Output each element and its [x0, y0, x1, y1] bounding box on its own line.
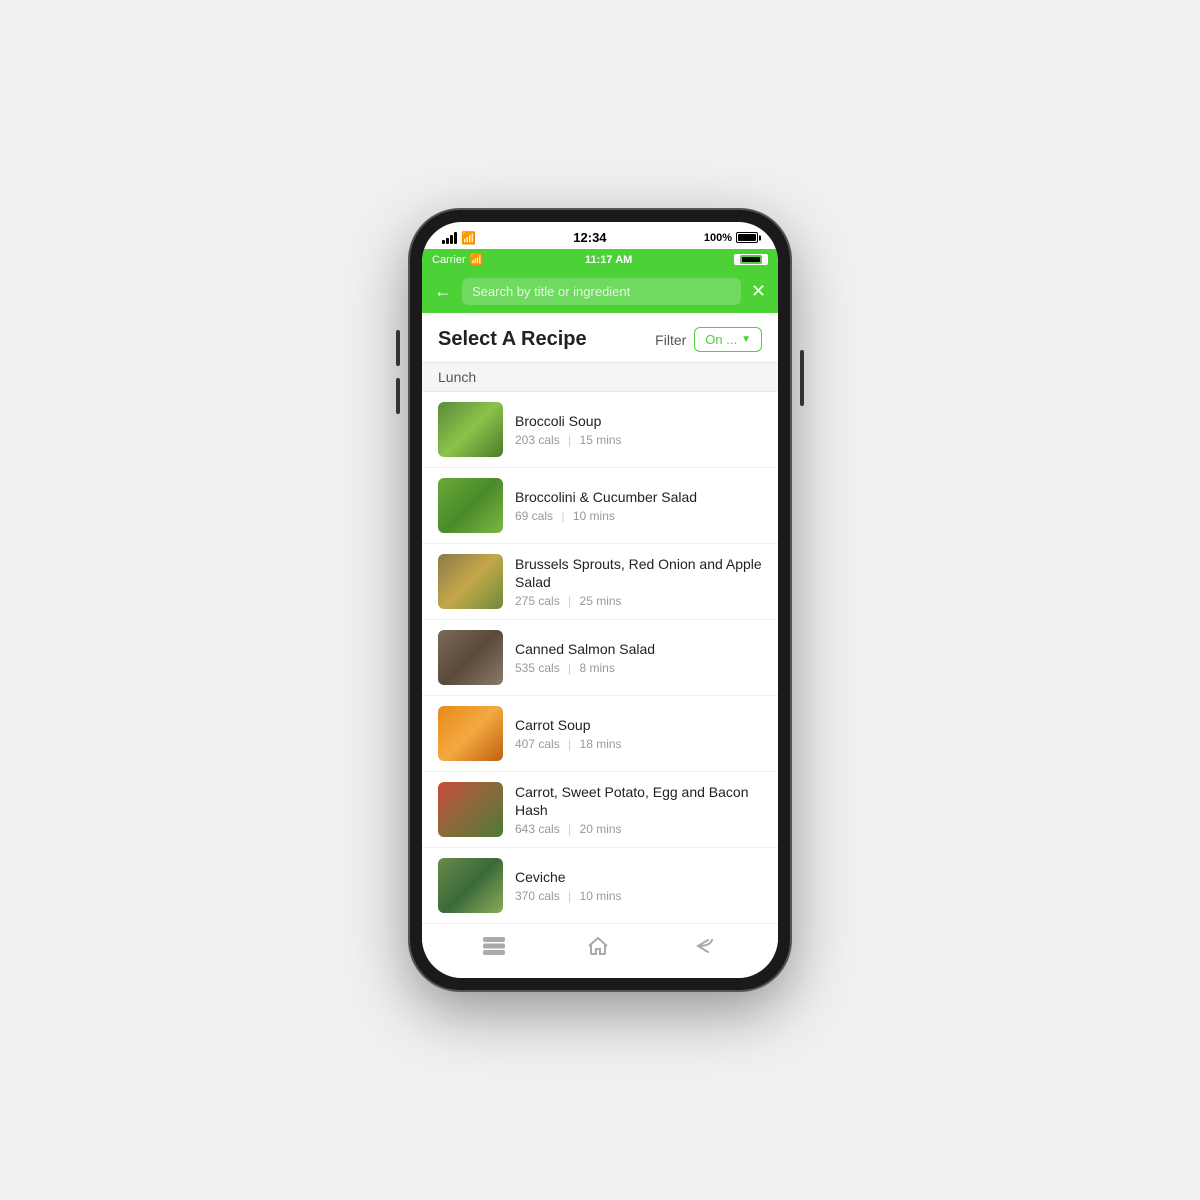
- menu-nav-button[interactable]: [482, 936, 506, 962]
- recipe-time: 8 mins: [580, 661, 615, 675]
- recipe-item[interactable]: Ceviche 370 cals | 10 mins: [422, 848, 778, 923]
- carrier-name: Carrier: [432, 254, 466, 266]
- recipe-list-container: Select A Recipe Filter On ... ▼ Lunch Br…: [422, 313, 778, 923]
- recipe-info: Carrot, Sweet Potato, Egg and Bacon Hash…: [515, 783, 762, 836]
- recipe-thumbnail: [438, 706, 503, 761]
- lunch-section-header: Lunch: [422, 362, 778, 392]
- search-input[interactable]: Search by title or ingredient: [462, 278, 741, 305]
- title-bar: Select A Recipe Filter On ... ▼: [422, 313, 778, 362]
- recipe-name: Brussels Sprouts, Red Onion and Apple Sa…: [515, 555, 762, 591]
- recipe-meta: 275 cals | 25 mins: [515, 594, 762, 608]
- search-bar: ← Search by title or ingredient ✕: [422, 270, 778, 313]
- recipe-info: Carrot Soup 407 cals | 18 mins: [515, 716, 762, 751]
- system-status-bar: 📶 12:34 100%: [422, 222, 778, 249]
- recipe-time: 10 mins: [580, 889, 622, 903]
- phone-frame: 📶 12:34 100% Carrier 📶 11:17 AM: [410, 210, 790, 990]
- battery-area: 100%: [704, 232, 758, 244]
- recipe-calories: 275 cals: [515, 594, 560, 608]
- recipe-calories: 407 cals: [515, 737, 560, 751]
- carrier-battery: [734, 254, 768, 265]
- meta-separator: |: [561, 509, 564, 523]
- carrier-wifi-icon: 📶: [470, 253, 484, 266]
- filter-value: On ...: [705, 332, 737, 347]
- recipe-info: Brussels Sprouts, Red Onion and Apple Sa…: [515, 555, 762, 608]
- recipe-calories: 643 cals: [515, 822, 560, 836]
- chevron-down-icon: ▼: [741, 334, 751, 345]
- recipe-calories: 370 cals: [515, 889, 560, 903]
- recipe-meta: 643 cals | 20 mins: [515, 822, 762, 836]
- system-time: 12:34: [573, 230, 606, 245]
- recipe-item[interactable]: Carrot, Sweet Potato, Egg and Bacon Hash…: [422, 772, 778, 848]
- meta-separator: |: [568, 889, 571, 903]
- volume-up-button[interactable]: [396, 330, 400, 366]
- back-button[interactable]: ←: [434, 281, 452, 302]
- recipe-item[interactable]: Carrot Soup 407 cals | 18 mins: [422, 696, 778, 772]
- carrier-time: 11:17 AM: [585, 254, 632, 266]
- meta-separator: |: [568, 822, 571, 836]
- recipe-thumbnail: [438, 858, 503, 913]
- recipe-info: Ceviche 370 cals | 10 mins: [515, 868, 762, 903]
- recipe-meta: 535 cals | 8 mins: [515, 661, 762, 675]
- recipe-thumbnail: [438, 402, 503, 457]
- signal-icon: [442, 232, 457, 244]
- filter-area: Filter On ... ▼: [655, 327, 762, 352]
- back-nav-button[interactable]: [690, 936, 718, 962]
- recipe-time: 20 mins: [580, 822, 622, 836]
- signal-area: 📶: [442, 231, 476, 245]
- recipe-info: Canned Salmon Salad 535 cals | 8 mins: [515, 640, 762, 675]
- recipe-time: 18 mins: [580, 737, 622, 751]
- wifi-icon: 📶: [461, 231, 476, 245]
- recipe-name: Canned Salmon Salad: [515, 640, 762, 658]
- meta-separator: |: [568, 737, 571, 751]
- recipe-name: Broccolini & Cucumber Salad: [515, 488, 762, 506]
- filter-label: Filter: [655, 332, 686, 348]
- recipe-thumbnail: [438, 478, 503, 533]
- recipe-name: Carrot Soup: [515, 716, 762, 734]
- recipe-meta: 203 cals | 15 mins: [515, 433, 762, 447]
- recipe-calories: 535 cals: [515, 661, 560, 675]
- phone-screen: 📶 12:34 100% Carrier 📶 11:17 AM: [422, 222, 778, 978]
- battery-icon: [736, 232, 758, 243]
- meta-separator: |: [568, 433, 571, 447]
- carrier-bar: Carrier 📶 11:17 AM: [422, 249, 778, 270]
- recipe-item[interactable]: Broccolini & Cucumber Salad 69 cals | 10…: [422, 468, 778, 544]
- recipe-meta: 69 cals | 10 mins: [515, 509, 762, 523]
- recipe-name: Ceviche: [515, 868, 762, 886]
- recipe-item[interactable]: Broccoli Soup 203 cals | 15 mins: [422, 392, 778, 468]
- recipe-time: 10 mins: [573, 509, 615, 523]
- clear-search-button[interactable]: ✕: [751, 281, 766, 302]
- recipe-info: Broccoli Soup 203 cals | 15 mins: [515, 412, 762, 447]
- home-nav-button[interactable]: [586, 934, 610, 964]
- volume-down-button[interactable]: [396, 378, 400, 414]
- recipe-calories: 203 cals: [515, 433, 560, 447]
- recipe-meta: 407 cals | 18 mins: [515, 737, 762, 751]
- recipe-thumbnail: [438, 554, 503, 609]
- page-title: Select A Recipe: [438, 328, 587, 351]
- bottom-navigation: [422, 923, 778, 978]
- recipe-calories: 69 cals: [515, 509, 553, 523]
- filter-button[interactable]: On ... ▼: [694, 327, 762, 352]
- meta-separator: |: [568, 661, 571, 675]
- power-button[interactable]: [800, 350, 804, 406]
- recipe-item[interactable]: Canned Salmon Salad 535 cals | 8 mins: [422, 620, 778, 696]
- recipe-meta: 370 cals | 10 mins: [515, 889, 762, 903]
- recipe-info: Broccolini & Cucumber Salad 69 cals | 10…: [515, 488, 762, 523]
- recipe-time: 15 mins: [580, 433, 622, 447]
- recipe-item[interactable]: Brussels Sprouts, Red Onion and Apple Sa…: [422, 544, 778, 620]
- recipe-name: Broccoli Soup: [515, 412, 762, 430]
- meta-separator: |: [568, 594, 571, 608]
- recipe-thumbnail: [438, 630, 503, 685]
- recipe-time: 25 mins: [580, 594, 622, 608]
- recipe-list: Broccoli Soup 203 cals | 15 mins Broccol…: [422, 392, 778, 923]
- recipe-name: Carrot, Sweet Potato, Egg and Bacon Hash: [515, 783, 762, 819]
- battery-percent: 100%: [704, 232, 732, 244]
- carrier-info: Carrier 📶: [432, 253, 483, 266]
- recipe-thumbnail: [438, 782, 503, 837]
